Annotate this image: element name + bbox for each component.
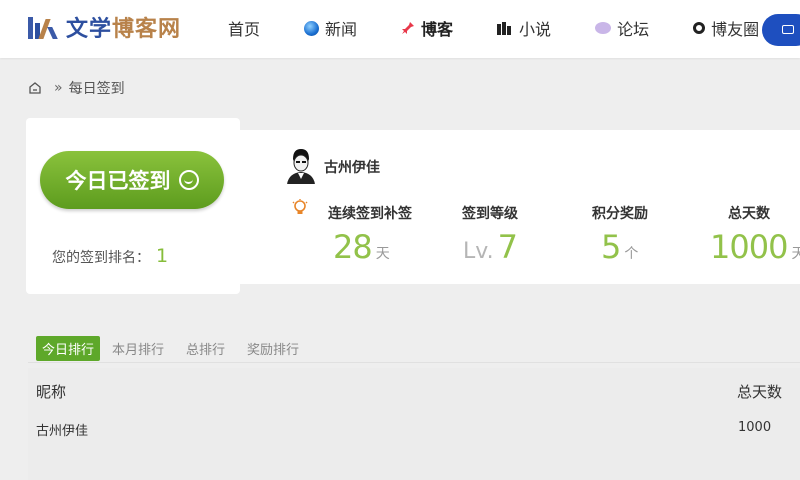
signed-in-label: 今日已签到 — [65, 169, 171, 193]
ring-icon — [693, 22, 706, 34]
tabs-divider — [28, 362, 800, 363]
stat-unit: 个 — [624, 246, 639, 262]
nav-item-news[interactable]: 新闻 — [304, 16, 357, 40]
stat-unit: 天 — [375, 246, 390, 262]
nav-item-home[interactable]: 首页 — [228, 16, 260, 40]
breadcrumb-current: 每日签到 — [68, 81, 125, 97]
tab-rewards[interactable]: 奖励排行 — [247, 339, 299, 358]
keyboard-button[interactable] — [762, 14, 800, 46]
row-nickname[interactable]: 古州伊佳 — [36, 420, 88, 439]
logo-text: 文学博客网 — [66, 11, 181, 43]
stat-number: 5 — [601, 228, 621, 266]
stat-label-points: 积分奖励 — [592, 206, 648, 222]
nav-item-label: 首页 — [228, 20, 261, 39]
nav-item-novel[interactable]: 小说 — [497, 16, 551, 40]
stat-value-total: 1000 天 — [710, 228, 800, 266]
logo-icon — [28, 15, 62, 39]
keyboard-icon — [782, 25, 794, 34]
smiley-icon — [178, 170, 199, 190]
rank-label: 您的签到排名： — [52, 250, 150, 266]
nav-item-label: 新闻 — [325, 20, 358, 39]
stat-label-total: 总天数 — [728, 206, 770, 222]
stat-label-streak: 连续签到补签 — [328, 206, 412, 222]
nav-item-blog[interactable]: 博客 — [401, 16, 453, 40]
stat-label-level: 签到等级 — [462, 206, 518, 222]
stat-unit: 天 — [791, 246, 800, 262]
logo-text-part2: 博客网 — [112, 16, 182, 42]
ranking-tabs: 今日排行 本月排行 总排行 奖励排行 — [36, 336, 321, 361]
nav-item-friends[interactable]: 博友圈 — [693, 16, 759, 40]
avatar[interactable] — [284, 146, 318, 184]
site-logo[interactable]: 文学博客网 — [28, 12, 181, 42]
stat-number: 7 — [497, 228, 518, 266]
books-icon — [497, 21, 513, 35]
chat-bubble-icon — [595, 22, 612, 34]
stat-value-level: Lv. 7 — [463, 228, 518, 266]
lightbulb-icon — [292, 199, 308, 214]
sign-rank: 您的签到排名： 1 — [52, 245, 168, 267]
stat-value-points: 5 个 — [601, 228, 638, 266]
stat-number: 1000 — [710, 228, 788, 266]
breadcrumb: » 每日签到 — [28, 78, 125, 98]
pin-icon — [401, 21, 415, 35]
row-total-days: 1000 — [738, 420, 772, 435]
main-nav: 首页 新闻 博客 小说 论坛 博友圈 — [228, 16, 800, 40]
tab-month[interactable]: 本月排行 — [112, 339, 164, 358]
stat-number: 28 — [333, 228, 373, 266]
top-header: 文学博客网 首页 新闻 博客 小说 论坛 博友圈 — [0, 0, 800, 58]
signed-in-button[interactable]: 今日已签到 — [40, 151, 224, 209]
ranking-table — [28, 368, 800, 480]
breadcrumb-separator: » — [54, 80, 63, 96]
nav-item-label: 论坛 — [617, 20, 650, 39]
logo-text-part1: 文学 — [66, 16, 113, 42]
column-header-total-days: 总天数 — [737, 383, 783, 401]
rank-value: 1 — [156, 245, 169, 267]
tab-overall[interactable]: 总排行 — [186, 339, 225, 358]
column-header-nickname: 昵称 — [36, 383, 67, 401]
nav-item-forum[interactable]: 论坛 — [595, 16, 649, 40]
globe-icon — [304, 20, 320, 36]
stat-prefix: Lv. — [463, 239, 494, 264]
nav-item-label: 博客 — [421, 20, 454, 39]
user-name[interactable]: 古州伊佳 — [324, 157, 380, 177]
stat-value-streak: 28 天 — [333, 228, 390, 266]
nav-item-label: 博友圈 — [711, 20, 760, 39]
nav-item-label: 小说 — [519, 20, 552, 39]
tab-today[interactable]: 今日排行 — [36, 336, 101, 361]
home-icon[interactable] — [28, 81, 42, 95]
